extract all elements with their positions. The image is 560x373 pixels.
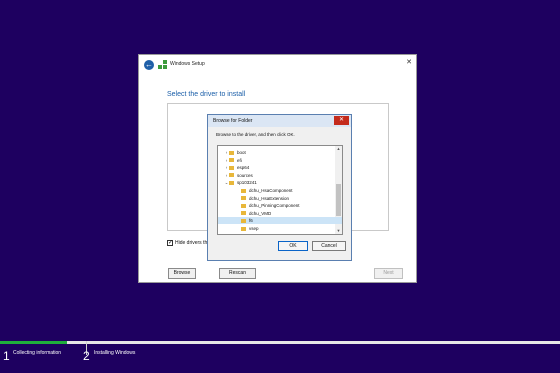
- rescan-button[interactable]: Rescan: [219, 268, 256, 279]
- scroll-up-icon[interactable]: ▲: [335, 146, 342, 152]
- next-button[interactable]: Next: [374, 268, 403, 279]
- ok-button[interactable]: OK: [278, 241, 308, 251]
- setup-app-icon: [158, 60, 168, 70]
- hide-drivers-checkbox[interactable]: ✓: [167, 240, 173, 246]
- step-label-2: Installing Windows: [94, 350, 136, 356]
- progress-fill: [0, 341, 68, 344]
- setup-progress-bar: [0, 341, 560, 344]
- tree-item-label: f6: [249, 218, 253, 224]
- dialog-instruction: Browse to the driver, and then click OK.: [216, 132, 295, 137]
- tree-item-label: dchu_PinningComponent: [249, 203, 300, 209]
- tree-item[interactable]: › efi: [218, 157, 334, 164]
- tree-item[interactable]: › sources: [218, 172, 334, 179]
- tree-item-label: efi: [237, 157, 242, 163]
- tree-item[interactable]: › esp64: [218, 164, 334, 171]
- folder-icon: [241, 203, 246, 208]
- step-number-2: 2: [83, 349, 90, 363]
- tree-item-label: vsep: [249, 226, 259, 231]
- cancel-button[interactable]: Cancel: [312, 241, 346, 251]
- folder-icon: [241, 218, 246, 223]
- browse-for-folder-dialog: Browse for Folder ✕ Browse to the driver…: [207, 114, 352, 261]
- tree-item[interactable]: dchu_VMD: [218, 210, 342, 217]
- hide-drivers-label: Hide drivers th: [175, 240, 208, 246]
- folder-icon: [241, 211, 246, 216]
- dialog-titlebar: Browse for Folder ✕: [208, 115, 351, 127]
- close-icon[interactable]: ✕: [406, 58, 412, 66]
- dialog-close-icon[interactable]: ✕: [334, 116, 349, 125]
- hide-drivers-row[interactable]: ✓ Hide drivers th: [167, 240, 207, 246]
- folder-icon: [241, 226, 246, 231]
- tree-item-label: dchu_HsaExtension: [249, 195, 290, 201]
- tree-item[interactable]: › boot: [218, 149, 334, 156]
- tree-item[interactable]: vsep: [218, 225, 342, 232]
- tree-item-label: sources: [237, 172, 253, 178]
- tree-item-label: dchu_HsaComponent: [249, 188, 293, 193]
- tree-item-label: sp103241: [237, 180, 257, 186]
- tree-item[interactable]: dchu_HsaComponent: [218, 187, 342, 194]
- dialog-title: Browse for Folder: [213, 118, 253, 124]
- folder-icon: [229, 150, 234, 155]
- tree-item-label: boot: [237, 150, 246, 155]
- folder-icon: [229, 173, 234, 178]
- tree-item-label: esp64: [237, 165, 250, 171]
- folder-tree[interactable]: ▲ ▼ › boot › efi › esp64 › sources ⌄ sp103241 dchu…: [217, 145, 343, 235]
- step-label-1: Collecting information: [13, 350, 62, 356]
- tree-item[interactable]: dchu_PinningComponent: [218, 202, 342, 209]
- back-arrow-icon[interactable]: ←: [144, 60, 154, 70]
- tree-item[interactable]: f6: [218, 217, 342, 225]
- setup-titlebar: ← Windows Setup ✕: [139, 55, 416, 75]
- step-number-1: 1: [3, 349, 10, 363]
- folder-icon: [229, 158, 234, 163]
- page-title: Select the driver to install: [167, 91, 246, 98]
- browse-button[interactable]: Browse: [168, 268, 196, 279]
- tree-item-label: dchu_VMD: [249, 210, 272, 216]
- folder-icon: [241, 196, 246, 201]
- folder-icon: [229, 180, 234, 185]
- setup-window-title: Windows Setup: [170, 61, 205, 67]
- folder-icon: [241, 188, 246, 193]
- folder-icon: [229, 165, 234, 170]
- tree-item[interactable]: ⌄ sp103241: [218, 179, 334, 186]
- tree-item[interactable]: dchu_HsaExtension: [218, 195, 342, 202]
